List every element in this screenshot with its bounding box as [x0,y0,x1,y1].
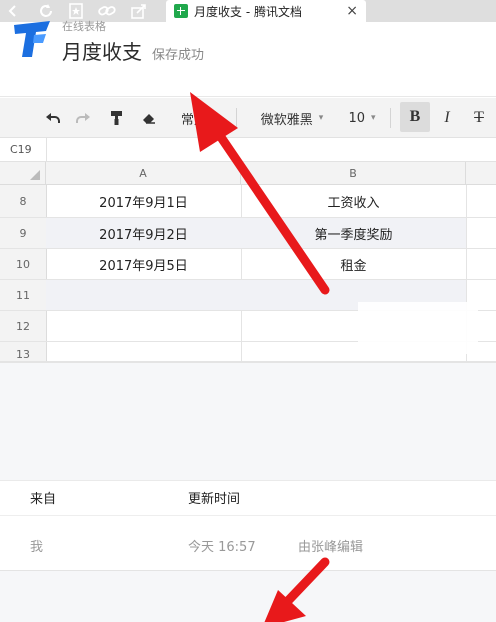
sheet-bottom-area [0,362,496,480]
cell-reference-bar: C19 [0,138,496,162]
table-row: 8 2017年9月1日 工资收入 [0,185,496,218]
cell-a[interactable]: 2017年9月1日 [46,185,242,217]
cell-a[interactable]: 2017年9月5日 [46,249,242,279]
eraser-icon[interactable] [136,98,162,138]
history-editor: 由张峰编辑 [298,540,364,555]
cell-b[interactable]: 租金 [241,249,467,279]
column-header-b[interactable]: B [241,162,466,185]
save-status-text: 保存成功 [152,48,205,63]
row-number[interactable]: 9 [0,218,47,248]
tab-title: 月度收支 - 腾讯文档 [194,4,302,19]
italic-button[interactable]: I [434,98,460,138]
font-size-dropdown[interactable]: 10 ▾ [342,98,382,138]
brand-label: 在线表格 [62,20,106,33]
history-col-from: 来自 [30,492,57,507]
row-number[interactable]: 12 [0,311,47,341]
select-all-triangle-icon [30,170,40,180]
cell-a[interactable] [46,311,242,341]
row-number[interactable]: 10 [0,249,47,279]
chevron-down-icon: ▾ [371,113,376,123]
toolbar-divider [236,108,237,128]
history-time: 今天 16:57 [188,540,256,555]
cell-reference[interactable]: C19 [10,143,32,156]
history-col-time: 更新时间 [188,492,241,507]
cell-b[interactable]: 第一季度奖励 [241,218,467,248]
row-number[interactable]: 11 [0,280,47,310]
history-from: 我 [30,540,44,555]
cell-a[interactable]: 2017年9月2日 [46,218,242,248]
chevron-down-icon: ▾ [318,113,324,123]
row-number[interactable]: 13 [0,342,47,361]
bold-button[interactable]: B [400,102,430,132]
cell-a[interactable] [46,342,242,361]
font-size-label: 10 [348,110,365,126]
cell-a[interactable] [46,280,242,310]
font-family-label: 微软雅黑 [260,112,313,128]
divider [0,515,496,516]
formatting-toolbar: 常规 微软雅黑 ▾ 10 ▾ B I T [0,98,496,138]
strikethrough-button[interactable]: T [466,98,492,138]
format-painter-icon[interactable] [104,98,130,138]
divider [46,138,47,162]
row-number[interactable]: 8 [0,185,47,217]
document-title[interactable]: 月度收支 [62,36,142,65]
edit-history-panel [0,480,496,570]
cell-b[interactable]: 工资收入 [241,185,467,217]
table-row: 9 2017年9月2日 第一季度奖励 [0,218,496,249]
table-row: 10 2017年9月5日 租金 [0,249,496,280]
share-icon[interactable] [126,0,152,22]
undo-icon[interactable] [40,98,66,138]
toolbar-divider [390,108,391,128]
browser-tab-active[interactable]: 月度收支 - 腾讯文档 × [166,0,366,22]
blank-overlay-panel [358,302,478,354]
tencent-docs-logo-icon [12,19,52,59]
column-header-a[interactable]: A [46,162,241,185]
column-header-row: A B [0,162,496,185]
font-family-dropdown[interactable]: 微软雅黑 ▾ [250,98,334,138]
redo-icon[interactable] [70,98,96,138]
number-format-label: 常规 [180,112,207,128]
footer-area [0,570,496,622]
number-format-dropdown[interactable]: 常规 [170,98,218,138]
sheet-favicon-icon [174,4,188,18]
tab-close-icon[interactable]: × [346,3,358,19]
